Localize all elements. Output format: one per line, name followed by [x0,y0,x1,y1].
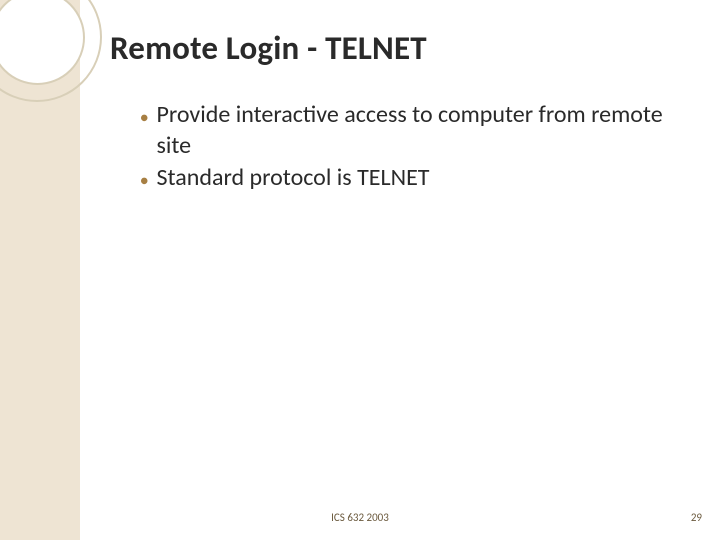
bullet-item: ● Provide interactive access to computer… [140,100,680,161]
bullet-marker-icon: ● [140,172,148,190]
page-number: 29 [691,511,702,524]
footer-course-label: ICS 632 2003 [0,511,720,524]
bullet-item: ● Standard protocol is TELNET [140,163,680,194]
slide-content: ● Provide interactive access to computer… [140,100,680,196]
bullet-text: Standard protocol is TELNET [156,163,680,194]
bullet-text: Provide interactive access to computer f… [156,100,680,161]
bullet-marker-icon: ● [140,109,148,127]
slide-title: Remote Login - TELNET [110,28,427,68]
